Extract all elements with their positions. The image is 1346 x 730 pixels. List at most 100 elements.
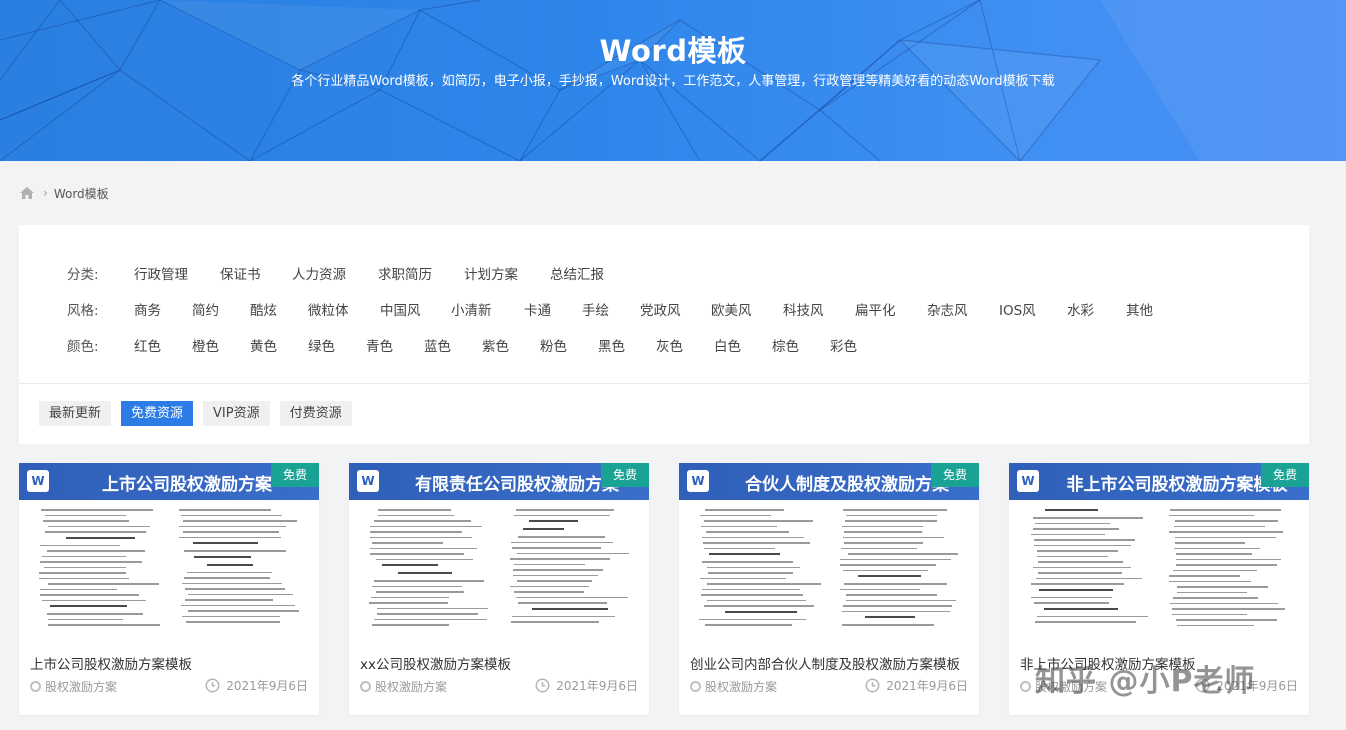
filter-style-item[interactable]: 小清新 — [451, 299, 524, 319]
document-text-line — [50, 605, 127, 607]
document-text-line — [510, 585, 589, 588]
home-icon[interactable] — [19, 185, 35, 201]
document-text-line — [514, 591, 584, 593]
document-text-line — [370, 525, 482, 528]
filter-style-item[interactable]: IOS风 — [999, 299, 1067, 319]
breadcrumb: › Word模板 — [19, 184, 109, 202]
filter-style-item[interactable]: 微粒体 — [308, 299, 380, 319]
filter-color-item[interactable]: 棕色 — [772, 335, 830, 355]
card-thumbnail[interactable]: W 上市公司股权激励方案 免费 — [19, 463, 319, 631]
document-page-preview — [369, 505, 494, 631]
filter-style-item[interactable]: 欧美风 — [711, 299, 783, 319]
tab-paid[interactable]: 付费资源 — [279, 401, 352, 426]
filter-color-item[interactable]: 蓝色 — [424, 335, 482, 355]
site-watermark: 知乎 @小P老师 — [1035, 664, 1256, 699]
filter-category-item[interactable]: 保证书 — [220, 263, 292, 283]
filter-color-item[interactable]: 黄色 — [250, 335, 308, 355]
filter-color-item[interactable]: 青色 — [366, 335, 424, 355]
document-text-line — [840, 558, 951, 561]
document-text-line — [518, 536, 605, 538]
filter-style-item[interactable]: 科技风 — [783, 299, 855, 319]
document-text-line — [707, 566, 800, 569]
filter-color-item[interactable]: 橙色 — [192, 335, 250, 355]
clock-icon — [205, 678, 220, 693]
filter-category-item[interactable]: 求职简历 — [378, 263, 464, 283]
card-thumbnail[interactable]: W 有限责任公司股权激励方案 免费 — [349, 463, 649, 631]
filter-color-item[interactable]: 粉色 — [540, 335, 598, 355]
filter-color-item[interactable]: 绿色 — [308, 335, 366, 355]
filter-style-item[interactable]: 中国风 — [380, 299, 451, 319]
document-text-line — [1173, 597, 1258, 599]
document-text-line — [840, 564, 936, 566]
page-subtitle: 各个行业精品Word模板，如简历，电子小报，手抄报，Word设计，工作范文，人事… — [291, 74, 1055, 89]
document-text-line — [511, 541, 613, 544]
filter-style-item[interactable]: 卡通 — [524, 299, 582, 319]
document-text-line — [700, 514, 771, 517]
filter-style-item[interactable]: 手绘 — [582, 299, 640, 319]
template-card[interactable]: W 合伙人制度及股权激励方案 免费 创业公司内部合伙人制度及股权激励方案模板 股… — [679, 463, 979, 715]
template-card[interactable]: W 有限责任公司股权激励方案 免费 xx公司股权激励方案模板 股权激励方案 20… — [349, 463, 649, 715]
tab-vip[interactable]: VIP资源 — [203, 401, 270, 426]
filter-style-item[interactable]: 杂志风 — [927, 299, 999, 319]
card-thumbnail[interactable]: W 合伙人制度及股权激励方案 免费 — [679, 463, 979, 631]
document-text-line — [1174, 547, 1260, 550]
document-text-line — [184, 577, 270, 579]
tag-circle-icon — [360, 681, 371, 692]
filter-color-item[interactable]: 黑色 — [598, 335, 656, 355]
filter-category-item[interactable]: 行政管理 — [134, 263, 220, 283]
card-tag[interactable]: 股权激励方案 — [690, 678, 777, 695]
filter-color-item[interactable]: 彩色 — [830, 335, 857, 355]
card-title[interactable]: 上市公司股权激励方案模板 — [30, 653, 192, 673]
filter-category-item[interactable]: 计划方案 — [464, 263, 550, 283]
document-text-line — [842, 610, 950, 613]
template-card[interactable]: W 上市公司股权激励方案 免费 上市公司股权激励方案模板 股权激励方案 2021… — [19, 463, 319, 715]
filter-color-item[interactable]: 白色 — [714, 335, 772, 355]
document-text-line — [185, 599, 273, 601]
tag-circle-icon — [1020, 681, 1031, 692]
document-text-line — [516, 509, 614, 511]
card-thumbnail[interactable]: W 非上市公司股权激励方案模板 免费 — [1009, 463, 1309, 631]
document-text-line — [848, 553, 958, 555]
filter-style-item[interactable]: 酷炫 — [250, 299, 308, 319]
document-text-line — [700, 577, 786, 580]
filter-category-item[interactable]: 人力资源 — [292, 263, 378, 283]
filter-style-item[interactable]: 水彩 — [1067, 299, 1126, 319]
card-tag[interactable]: 股权激励方案 — [30, 678, 117, 695]
document-text-line — [709, 553, 780, 555]
filter-color-item[interactable]: 灰色 — [656, 335, 714, 355]
document-text-line — [1177, 591, 1247, 594]
filter-row-category: 分类: 行政管理 保证书 人力资源 求职简历 计划方案 总结汇报 — [67, 263, 604, 283]
card-tag-label: 股权激励方案 — [45, 680, 118, 694]
document-text-line — [846, 594, 937, 596]
word-doc-icon: W — [357, 470, 379, 492]
filter-category-item[interactable]: 总结汇报 — [550, 263, 604, 283]
document-text-line — [512, 615, 615, 618]
document-text-line — [514, 563, 585, 566]
document-text-line — [48, 583, 159, 585]
filter-style-item[interactable]: 党政风 — [640, 299, 711, 319]
filter-color-item[interactable]: 红色 — [134, 335, 192, 355]
document-text-line — [1034, 539, 1135, 541]
resource-tabs: 最新更新 免费资源 VIP资源 付费资源 — [39, 401, 362, 426]
document-text-line — [193, 542, 258, 544]
document-text-line — [194, 555, 251, 558]
tab-free[interactable]: 免费资源 — [121, 401, 194, 426]
document-text-line — [370, 536, 472, 539]
card-title[interactable]: xx公司股权激励方案模板 — [360, 653, 511, 673]
filter-style-item[interactable]: 简约 — [192, 299, 250, 319]
document-text-line — [1033, 517, 1143, 519]
filter-style-item[interactable]: 扁平化 — [855, 299, 927, 319]
document-text-line — [511, 621, 599, 623]
document-text-line — [703, 542, 810, 544]
breadcrumb-current[interactable]: Word模板 — [54, 185, 109, 202]
card-title[interactable]: 创业公司内部合伙人制度及股权激励方案模板 — [690, 653, 960, 673]
filter-style-item[interactable]: 商务 — [134, 299, 192, 319]
filter-style-item[interactable]: 其他 — [1126, 299, 1153, 319]
document-text-line — [1035, 522, 1110, 525]
card-tag[interactable]: 股权激励方案 — [360, 678, 447, 695]
document-text-line — [45, 531, 146, 533]
tab-latest[interactable]: 最新更新 — [39, 401, 112, 426]
word-doc-icon: W — [27, 470, 49, 492]
filter-color-item[interactable]: 紫色 — [482, 335, 540, 355]
document-text-line — [181, 604, 295, 607]
